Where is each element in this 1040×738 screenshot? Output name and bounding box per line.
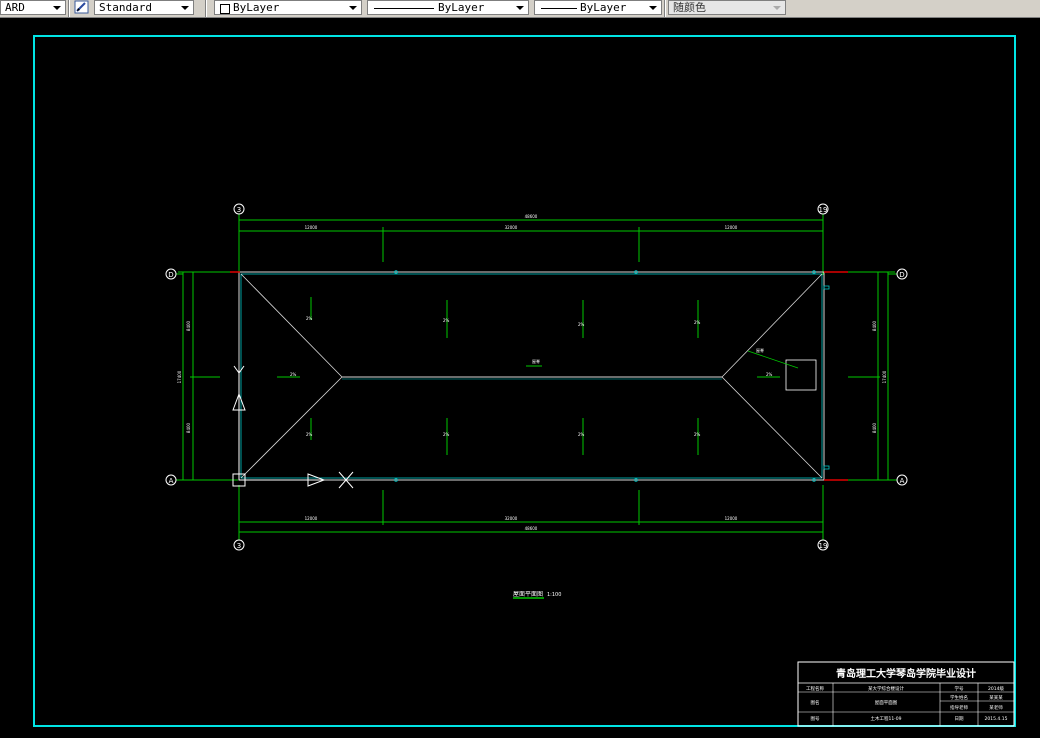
slope-arrows <box>277 297 780 455</box>
dim-bseg2: 32000 <box>505 516 518 521</box>
grid-label-3-bottom: 3 <box>237 542 241 550</box>
grid-label-3-top: 3 <box>237 206 241 214</box>
title-block-date-label: 日期 <box>955 716 964 722</box>
title-block-sheet-value: 土木工程11-09 <box>870 715 901 722</box>
chevron-down-icon[interactable] <box>179 1 191 15</box>
layer-color-value: ByLayer <box>233 1 280 14</box>
title-block-school: 青岛理工大学琴岛学院毕业设计 <box>836 667 976 680</box>
slope-label: 2% <box>443 432 450 437</box>
title-block-advisor-label: 指导老师 <box>950 704 968 711</box>
dim-seg1: 12000 <box>305 225 318 230</box>
plot-style-value: 随颜色 <box>673 1 706 14</box>
roof-hatch-leader <box>747 350 799 369</box>
chevron-down-icon[interactable] <box>647 1 659 15</box>
grid-label-a-left: A <box>169 477 174 485</box>
grid-label-d-right: D <box>899 271 904 279</box>
dim-left-total: 17400 <box>177 370 182 383</box>
plan-title-group: 屋面平面图 1:100 <box>513 591 561 599</box>
dim-seg3: 12000 <box>725 225 738 230</box>
grid-label-19-top: 19 <box>819 206 828 214</box>
chevron-down-icon[interactable] <box>771 1 783 15</box>
dim-seg2: 32000 <box>505 225 518 230</box>
dim-left-a: 8400 <box>186 320 191 331</box>
title-block-project-label: 工程名称 <box>806 685 824 692</box>
title-block-sheet-label: 图号 <box>811 716 820 722</box>
drawing-canvas[interactable]: 3 19 3 19 D A D A 48600 12000 32000 1200… <box>0 18 1040 738</box>
title-block: 青岛理工大学琴岛学院毕业设计 工程名称 某大学综合楼设计 图名 屋面平面图 图号… <box>797 661 1015 727</box>
toolbar-separator <box>205 0 207 17</box>
plan-title: 屋面平面图 <box>513 591 543 598</box>
title-block-advisor-value: 某老师 <box>989 704 1003 711</box>
roof-hatch-label: 屋脊 <box>756 347 764 353</box>
lineweight-preview <box>541 8 577 9</box>
title-block-project-value: 某大学综合楼设计 <box>868 685 904 692</box>
slope-label: 2% <box>578 432 585 437</box>
dim-total-top: 48600 <box>525 214 538 219</box>
dimension-texts: 48600 12000 32000 12000 12000 32000 1200… <box>177 214 887 531</box>
dim-right-b: 8400 <box>872 422 877 433</box>
title-block-date-value: 2015.4.15 <box>985 716 1008 722</box>
plan-scale: 1:100 <box>547 592 561 598</box>
slope-label: 2% <box>766 372 773 377</box>
chevron-down-icon[interactable] <box>51 1 63 15</box>
linetype-preview <box>374 8 434 9</box>
slope-label: 2% <box>578 322 585 327</box>
slope-label: 2% <box>306 432 313 437</box>
roof-outline <box>230 270 848 482</box>
slope-label: 2% <box>306 316 313 321</box>
color-swatch <box>220 4 230 14</box>
text-style-partial-value: ARD <box>5 1 25 14</box>
slope-label: 2% <box>694 432 701 437</box>
text-style-manager-button[interactable] <box>72 0 92 15</box>
dim-bseg3: 12000 <box>725 516 738 521</box>
toolbar-separator <box>68 0 70 17</box>
toolbar-separator <box>664 0 666 17</box>
linetype-combo[interactable]: ByLayer <box>367 0 529 15</box>
layer-color-combo[interactable]: ByLayer <box>214 0 362 15</box>
linetype-value: ByLayer <box>438 1 485 14</box>
grid-label-a-right: A <box>900 477 905 485</box>
grid-label-19-bottom: 19 <box>819 542 828 550</box>
slope-label: 2% <box>443 318 450 323</box>
title-block-student-value: 2014级 <box>988 685 1004 692</box>
dim-left-b: 8400 <box>186 422 191 433</box>
title-block-name-label: 学生姓名 <box>950 694 968 701</box>
lineweight-combo[interactable]: ByLayer <box>534 0 662 15</box>
lineweight-value: ByLayer <box>580 1 627 14</box>
dim-total-bottom: 48600 <box>525 526 538 531</box>
chevron-down-icon[interactable] <box>514 1 526 15</box>
slope-label: 2% <box>290 372 297 377</box>
chevron-down-icon[interactable] <box>347 1 359 15</box>
properties-toolbar: ARD Standard ByLayer ByLayer ByLayer 随颜色 <box>0 0 1040 18</box>
grid-label-d-left: D <box>168 271 173 279</box>
text-style-combo-partial[interactable]: ARD <box>0 0 66 15</box>
title-block-drawing-value: 屋面平面图 <box>875 700 898 706</box>
ridge-label: 屋脊 <box>532 358 540 364</box>
title-block-drawing-label: 图名 <box>811 699 820 706</box>
dim-bseg1: 12000 <box>305 516 318 521</box>
title-block-name-value: 某某某 <box>989 695 1003 701</box>
plot-style-combo[interactable]: 随颜色 <box>668 0 786 15</box>
title-block-student-label: 学号 <box>955 685 964 692</box>
text-style-combo[interactable]: Standard <box>94 0 194 15</box>
grid-labels: 3 19 3 19 D A D A <box>168 206 904 550</box>
roof-hatch <box>785 359 817 391</box>
text-style-value: Standard <box>99 1 152 14</box>
slope-label: 2% <box>694 320 701 325</box>
dim-right-a: 8400 <box>872 320 877 331</box>
text-style-icon <box>74 0 89 14</box>
dim-right-total: 17400 <box>882 370 887 383</box>
